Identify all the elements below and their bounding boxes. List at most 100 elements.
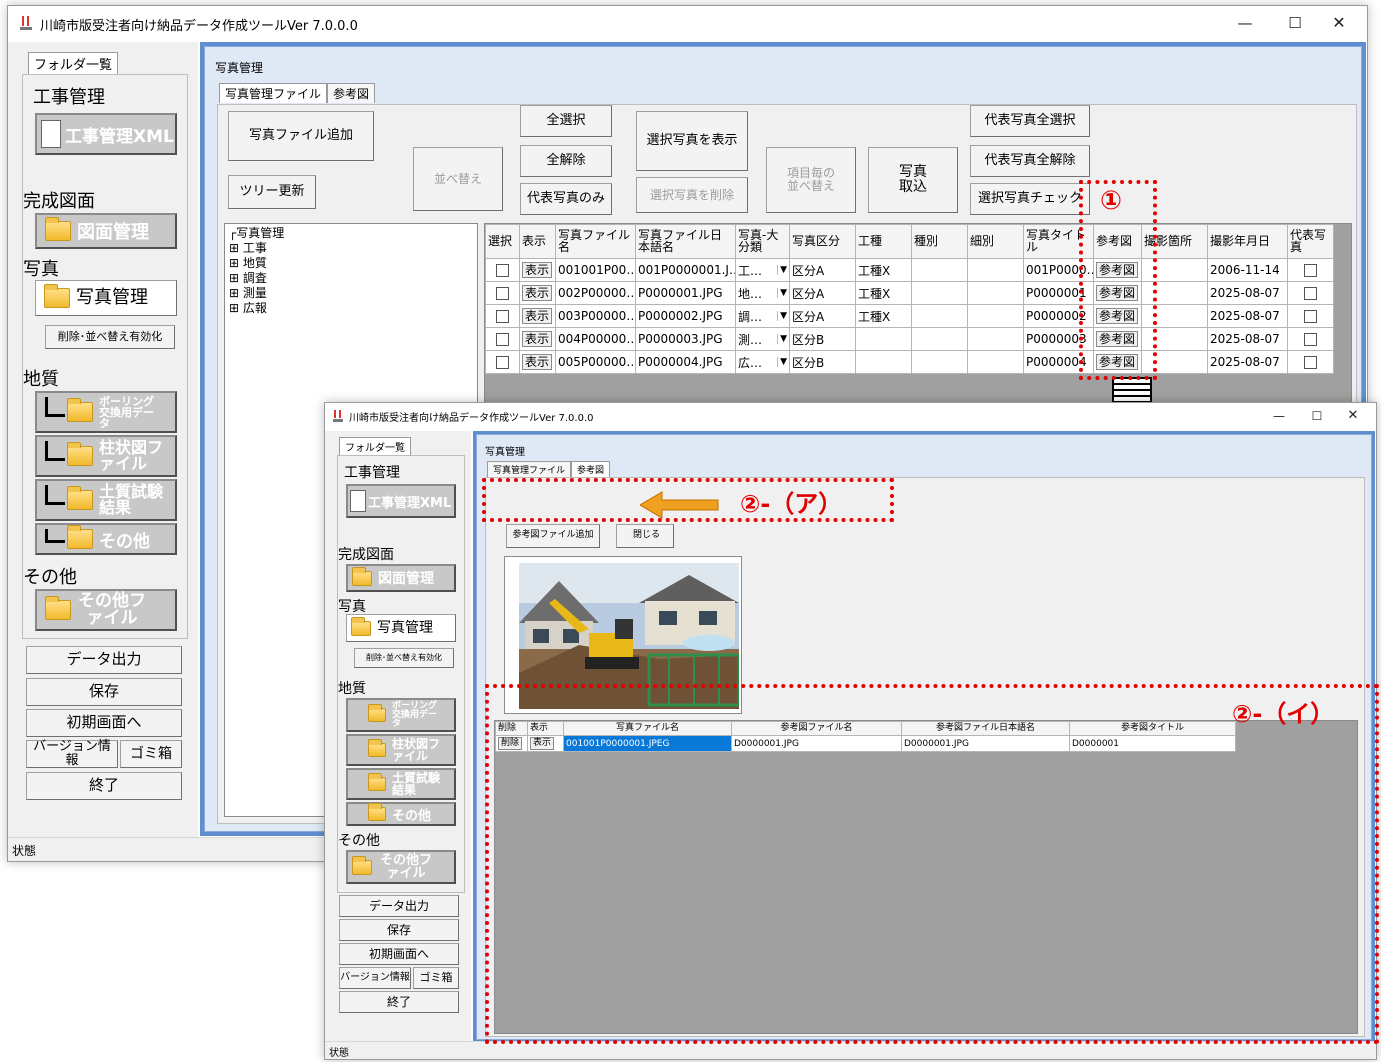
rep-cell[interactable] (1287, 258, 1334, 282)
date-cell[interactable]: 2025-08-07 (1207, 350, 1288, 374)
date-cell[interactable]: 2025-08-07 (1207, 281, 1288, 305)
rep-cell[interactable] (1287, 327, 1334, 351)
category-combo[interactable]: 地… ▼ (735, 281, 790, 305)
table-row[interactable]: 表示 005P00000… P0000004.JPG 広… ▼ 区分B P0000004 参考… (485, 350, 1334, 374)
select-all-button[interactable]: 全選択 (520, 105, 612, 137)
col-header[interactable]: 写真ファイル日本語名 (635, 224, 736, 259)
col-header[interactable]: 写真区分 (789, 224, 856, 259)
tree-item-chishitsu[interactable]: ⊞ 地質 (229, 256, 473, 271)
show-cell[interactable]: 表示 (519, 304, 556, 328)
select-cell[interactable] (485, 350, 520, 374)
category-combo[interactable]: 調… ▼ (735, 304, 790, 328)
kubun-cell[interactable]: 区分A (789, 281, 856, 305)
date-cell[interactable]: 2025-08-07 (1207, 304, 1288, 328)
rep-only-button[interactable]: 代表写真のみ (520, 183, 612, 215)
file-cell[interactable]: 005P00000… (555, 350, 636, 374)
koshu-cell[interactable]: 工種X (855, 281, 912, 305)
rep-deselect-all-button[interactable]: 代表写真全解除 (970, 145, 1090, 177)
rep-checkbox[interactable] (1304, 333, 1317, 346)
chevron-down-icon[interactable]: ▼ (777, 288, 787, 298)
date-cell[interactable]: 2025-08-07 (1207, 327, 1288, 351)
delete-selected-button[interactable]: 選択写真を削除 (636, 177, 748, 213)
add-reference-file-button[interactable]: 参考図ファイル追加 (506, 524, 600, 548)
kubun-cell[interactable]: 区分A (789, 258, 856, 282)
col-header[interactable]: 代表写真 (1287, 224, 1334, 259)
front-shashin-button[interactable]: 写真管理 (346, 614, 456, 642)
koshu-cell[interactable] (855, 327, 912, 351)
rep-cell[interactable] (1287, 281, 1334, 305)
show-cell[interactable]: 表示 (519, 327, 556, 351)
select-cell[interactable] (485, 281, 520, 305)
kubun-cell[interactable]: 区分A (789, 304, 856, 328)
chevron-down-icon[interactable]: ▼ (777, 334, 787, 344)
front-data-output-button[interactable]: データ出力 (339, 895, 459, 917)
category-combo[interactable]: 工… ▼ (735, 258, 790, 282)
koshu-cell[interactable] (855, 350, 912, 374)
front-chishitsu-sonota-button[interactable]: その他 (346, 802, 456, 826)
col-header[interactable]: 撮影年月日 (1207, 224, 1288, 259)
dositsu-button[interactable]: 土質試験結果 (35, 479, 177, 521)
initial-screen-button[interactable]: 初期画面へ (26, 709, 182, 737)
tab-folder-list[interactable]: フォルダ一覧 (28, 52, 119, 74)
tree-update-button[interactable]: ツリー更新 (228, 175, 316, 209)
front-chujo-button[interactable]: 柱状図ファイル (346, 734, 456, 766)
col-header[interactable]: 細別 (967, 224, 1024, 259)
col-header[interactable]: 種別 (911, 224, 968, 259)
col-header[interactable]: 写真-大分類 (735, 224, 790, 259)
chujo-button[interactable]: 柱状図ファイル (35, 435, 177, 477)
save-button[interactable]: 保存 (26, 678, 182, 706)
jp-name-cell[interactable]: P0000004.JPG (635, 350, 736, 374)
data-output-button[interactable]: データ出力 (26, 646, 182, 674)
rep-cell[interactable] (1287, 304, 1334, 328)
front-koji-xml-button[interactable]: 工事管理XML (346, 484, 456, 518)
rep-select-all-button[interactable]: 代表写真全選択 (970, 105, 1090, 137)
shubetsu-cell[interactable] (911, 304, 968, 328)
shubetsu-cell[interactable] (911, 281, 968, 305)
item-sort-button[interactable]: 項目毎の並べ替え (766, 147, 856, 213)
koshu-cell[interactable]: 工種X (855, 258, 912, 282)
shubetsu-cell[interactable] (911, 327, 968, 351)
table-row[interactable]: 表示 004P00000… P0000003.JPG 測… ▼ 区分B P0000003 参考… (485, 327, 1334, 351)
maximize-button[interactable]: ☐ (1273, 6, 1317, 40)
front-minimize-button[interactable]: — (1262, 403, 1296, 429)
front-boring-button[interactable]: ボーリング交換用データ (346, 698, 456, 732)
jp-name-cell[interactable]: P0000002.JPG (635, 304, 736, 328)
trash-button[interactable]: ゴミ箱 (120, 740, 182, 768)
saibetsu-cell[interactable] (967, 350, 1024, 374)
select-cell[interactable] (485, 327, 520, 351)
zumen-kanri-button[interactable]: 図面管理 (35, 213, 177, 249)
shashin-kanri-button[interactable]: 写真管理 (35, 280, 177, 316)
front-save-button[interactable]: 保存 (339, 919, 459, 941)
koshu-cell[interactable]: 工種X (855, 304, 912, 328)
chishitsu-sonota-button[interactable]: その他 (35, 523, 177, 555)
show-cell[interactable]: 表示 (519, 281, 556, 305)
table-row[interactable]: 表示 003P00000… P0000002.JPG 調… ▼ 区分A 工種X P000000… (485, 304, 1334, 328)
minimize-button[interactable]: — (1223, 6, 1267, 40)
front-zumen-button[interactable]: 図面管理 (346, 564, 456, 592)
saibetsu-cell[interactable] (967, 281, 1024, 305)
select-checkbox[interactable] (496, 333, 509, 346)
show-button[interactable]: 表示 (522, 330, 553, 348)
show-button[interactable]: 表示 (522, 307, 553, 325)
version-info-button[interactable]: バージョン情報 (26, 740, 118, 768)
show-button[interactable]: 表示 (522, 261, 553, 279)
chevron-down-icon[interactable]: ▼ (777, 265, 787, 275)
front-trash-button[interactable]: ゴミ箱 (413, 967, 459, 989)
close-reference-button[interactable]: 閉じる (616, 524, 674, 548)
jp-name-cell[interactable]: P0000001.JPG (635, 281, 736, 305)
rep-checkbox[interactable] (1304, 310, 1317, 323)
sonota-file-button[interactable]: その他ファイル (35, 589, 177, 631)
check-selected-button[interactable]: 選択写真チェック (970, 183, 1090, 215)
select-checkbox[interactable] (496, 356, 509, 369)
front-exit-button[interactable]: 終了 (339, 991, 459, 1013)
rep-checkbox[interactable] (1304, 287, 1317, 300)
add-photo-button[interactable]: 写真ファイル追加 (228, 111, 374, 161)
select-cell[interactable] (485, 304, 520, 328)
front-version-button[interactable]: バージョン情報 (339, 967, 411, 989)
select-checkbox[interactable] (496, 264, 509, 277)
shubetsu-cell[interactable] (911, 258, 968, 282)
show-cell[interactable]: 表示 (519, 258, 556, 282)
import-photo-button[interactable]: 写真取込 (868, 147, 958, 213)
saibetsu-cell[interactable] (967, 327, 1024, 351)
chevron-down-icon[interactable]: ▼ (777, 357, 787, 367)
